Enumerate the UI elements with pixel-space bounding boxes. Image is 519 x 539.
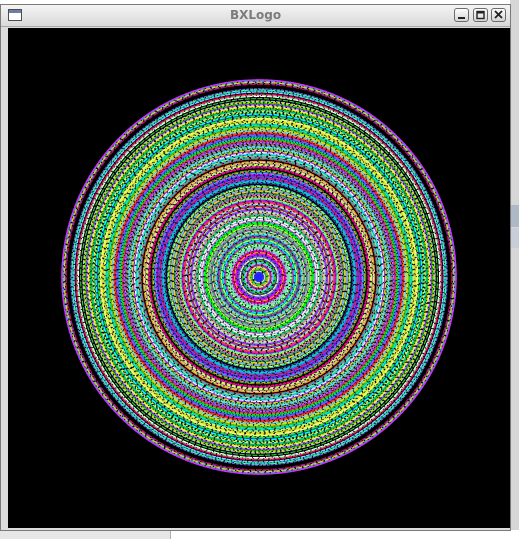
close-button[interactable] <box>491 8 506 22</box>
bxlogo-window: BXLogo <box>0 4 511 531</box>
maximize-icon <box>476 10 485 20</box>
logo-canvas-frame <box>8 28 510 528</box>
logo-center-dot <box>255 273 263 281</box>
window-title: BXLogo <box>229 8 282 22</box>
minimize-icon <box>458 17 465 19</box>
minimize-button[interactable] <box>454 8 469 22</box>
background-desktop-strip <box>0 530 519 539</box>
close-icon <box>494 10 503 19</box>
maximize-button[interactable] <box>473 8 488 22</box>
title-bar[interactable]: BXLogo <box>1 5 510 27</box>
logo-canvas[interactable] <box>8 28 510 528</box>
background-window-edge <box>510 0 519 539</box>
